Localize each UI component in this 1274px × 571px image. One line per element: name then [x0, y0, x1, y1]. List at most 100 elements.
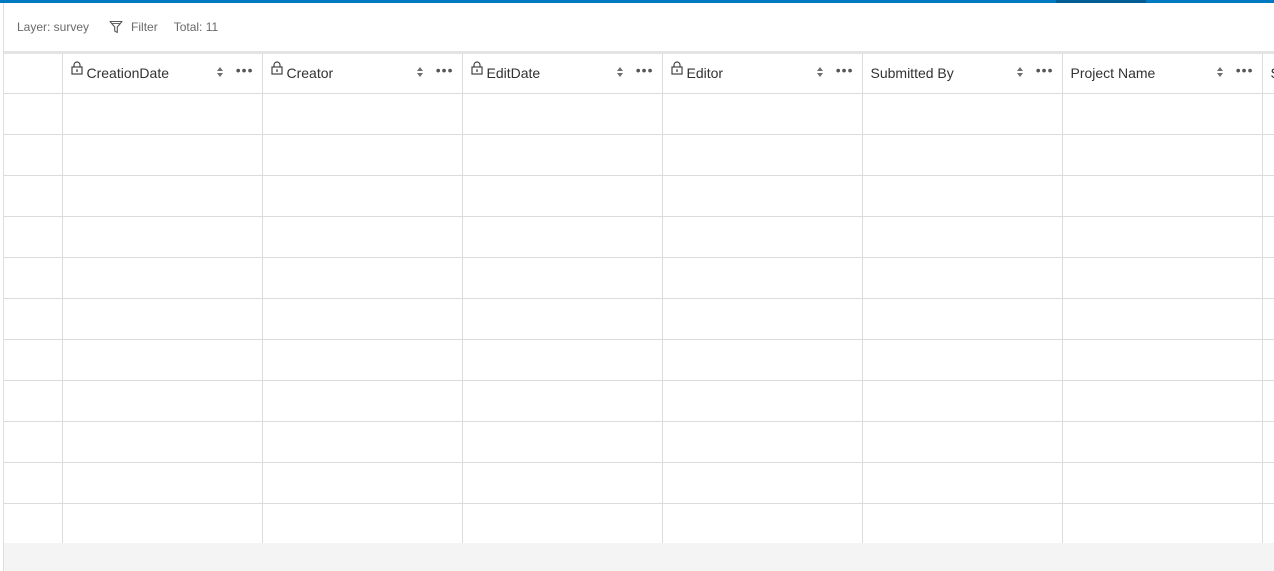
table-cell[interactable]	[262, 175, 463, 217]
table-cell[interactable]	[1262, 216, 1274, 258]
row-select-cell[interactable]	[4, 93, 63, 135]
table-cell[interactable]	[1262, 503, 1274, 543]
table-cell[interactable]	[62, 134, 263, 176]
table-row[interactable]	[4, 257, 1274, 299]
table-row[interactable]	[4, 93, 1274, 135]
row-select-cell[interactable]	[4, 380, 63, 422]
table-cell[interactable]	[62, 216, 263, 258]
table-cell[interactable]	[462, 257, 663, 299]
table-cell[interactable]	[1262, 380, 1274, 422]
column-header-creationdate[interactable]: CreationDate •••	[62, 54, 263, 94]
column-header-project-name[interactable]: Project Name •••	[1062, 54, 1263, 94]
table-cell[interactable]	[862, 339, 1063, 381]
table-row[interactable]	[4, 380, 1274, 422]
table-cell[interactable]	[1262, 421, 1274, 463]
table-cell[interactable]	[862, 175, 1063, 217]
table-cell[interactable]	[1062, 257, 1263, 299]
table-cell[interactable]	[62, 257, 263, 299]
table-cell[interactable]	[1262, 339, 1274, 381]
row-select-cell[interactable]	[4, 134, 63, 176]
sort-icon[interactable]	[1216, 65, 1226, 81]
more-options-icon[interactable]: •••	[1236, 63, 1254, 77]
table-row[interactable]	[4, 216, 1274, 258]
table-cell[interactable]	[462, 462, 663, 504]
table-cell[interactable]	[462, 134, 663, 176]
row-select-cell[interactable]	[4, 503, 63, 543]
sort-icon[interactable]	[1016, 65, 1026, 81]
table-row[interactable]	[4, 421, 1274, 463]
table-cell[interactable]	[262, 257, 463, 299]
row-select-cell[interactable]	[4, 421, 63, 463]
table-cell[interactable]	[662, 134, 863, 176]
more-options-icon[interactable]: •••	[636, 63, 654, 77]
table-cell[interactable]	[1062, 134, 1263, 176]
table-cell[interactable]	[1262, 257, 1274, 299]
table-cell[interactable]	[862, 216, 1063, 258]
table-cell[interactable]	[1062, 339, 1263, 381]
row-select-cell[interactable]	[4, 298, 63, 340]
sort-icon[interactable]	[816, 65, 826, 81]
table-cell[interactable]	[1062, 93, 1263, 135]
table-cell[interactable]	[462, 93, 663, 135]
table-cell[interactable]	[262, 93, 463, 135]
table-cell[interactable]	[862, 298, 1063, 340]
sort-icon[interactable]	[416, 65, 426, 81]
attribute-table[interactable]: CreationDate ••• Creator ••• EditDate ••…	[4, 54, 1274, 543]
table-cell[interactable]	[462, 216, 663, 258]
column-header-editor[interactable]: Editor •••	[662, 54, 863, 94]
table-cell[interactable]	[1062, 298, 1263, 340]
table-cell[interactable]	[1262, 134, 1274, 176]
table-cell[interactable]	[62, 339, 263, 381]
table-cell[interactable]	[62, 298, 263, 340]
table-cell[interactable]	[262, 298, 463, 340]
sort-icon[interactable]	[616, 65, 626, 81]
table-cell[interactable]	[862, 503, 1063, 543]
table-row[interactable]	[4, 134, 1274, 176]
table-cell[interactable]	[462, 380, 663, 422]
table-cell[interactable]	[862, 134, 1063, 176]
table-cell[interactable]	[462, 339, 663, 381]
select-column-header[interactable]	[4, 54, 63, 94]
table-cell[interactable]	[262, 134, 463, 176]
table-row[interactable]	[4, 503, 1274, 543]
table-cell[interactable]	[862, 421, 1063, 463]
table-cell[interactable]	[62, 421, 263, 463]
table-row[interactable]	[4, 175, 1274, 217]
table-row[interactable]	[4, 462, 1274, 504]
table-cell[interactable]	[662, 93, 863, 135]
filter-button[interactable]: Filter	[109, 20, 158, 34]
more-options-icon[interactable]: •••	[436, 63, 454, 77]
table-cell[interactable]	[662, 503, 863, 543]
table-cell[interactable]	[262, 503, 463, 543]
table-cell[interactable]	[662, 175, 863, 217]
column-header-creator[interactable]: Creator •••	[262, 54, 463, 94]
table-cell[interactable]	[262, 421, 463, 463]
more-options-icon[interactable]: •••	[836, 63, 854, 77]
table-row[interactable]	[4, 298, 1274, 340]
table-cell[interactable]	[262, 380, 463, 422]
table-cell[interactable]	[662, 421, 863, 463]
row-select-cell[interactable]	[4, 175, 63, 217]
table-cell[interactable]	[1262, 175, 1274, 217]
row-select-cell[interactable]	[4, 339, 63, 381]
table-cell[interactable]	[262, 462, 463, 504]
row-select-cell[interactable]	[4, 216, 63, 258]
table-cell[interactable]	[462, 175, 663, 217]
table-cell[interactable]	[1262, 462, 1274, 504]
table-cell[interactable]	[1262, 298, 1274, 340]
table-cell[interactable]	[1062, 175, 1263, 217]
table-cell[interactable]	[62, 175, 263, 217]
table-cell[interactable]	[262, 216, 463, 258]
table-cell[interactable]	[662, 257, 863, 299]
row-select-cell[interactable]	[4, 462, 63, 504]
table-cell[interactable]	[1062, 380, 1263, 422]
table-cell[interactable]	[1062, 462, 1263, 504]
table-cell[interactable]	[662, 380, 863, 422]
table-cell[interactable]	[62, 462, 263, 504]
table-cell[interactable]	[62, 93, 263, 135]
sort-icon[interactable]	[216, 65, 226, 81]
column-header-truncated[interactable]: S	[1262, 54, 1274, 94]
column-header-submitted-by[interactable]: Submitted By •••	[862, 54, 1063, 94]
more-options-icon[interactable]: •••	[1036, 63, 1054, 77]
more-options-icon[interactable]: •••	[236, 63, 254, 77]
